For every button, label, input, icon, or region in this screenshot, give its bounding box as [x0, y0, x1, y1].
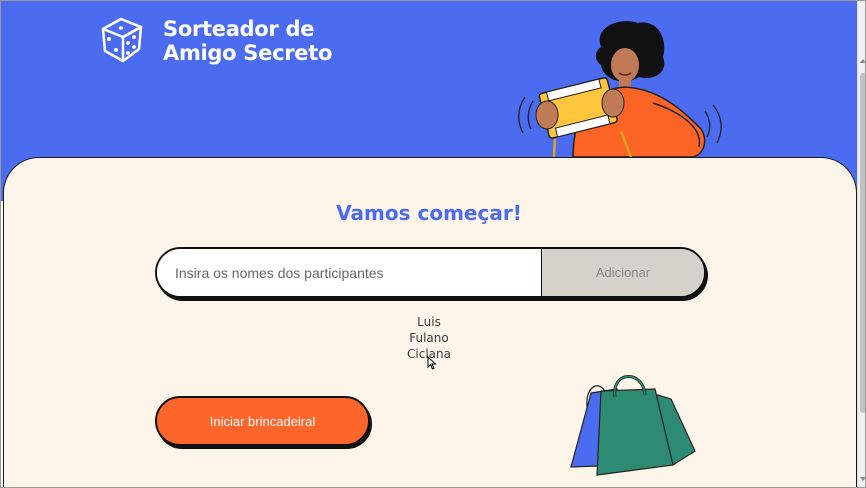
list-item: Fulano [409, 331, 449, 345]
list-item: Luis [417, 315, 441, 329]
participant-form: Adicionar [155, 247, 706, 298]
start-game-button[interactable]: Iniciar brincadeiral [155, 396, 370, 446]
app-window: Sorteador de Amigo Secreto Vamos começar… [0, 0, 866, 488]
page-scrollbar[interactable] [857, 1, 865, 487]
add-participant-button[interactable]: Adicionar [542, 249, 704, 296]
dice-icon [97, 15, 153, 67]
scroll-down-icon[interactable] [860, 477, 865, 481]
scroll-up-icon[interactable] [860, 59, 865, 63]
logo: Sorteador de Amigo Secreto [97, 15, 332, 67]
logo-title-line1: Sorteador de [163, 17, 315, 41]
scroll-thumb[interactable] [860, 73, 865, 413]
participant-name-input[interactable] [157, 249, 542, 296]
page-title: Vamos começar! [336, 201, 522, 225]
shopping-bag-illustration [567, 369, 699, 481]
mouse-cursor-icon [427, 355, 437, 374]
logo-title-line2: Amigo Secreto [163, 41, 333, 65]
